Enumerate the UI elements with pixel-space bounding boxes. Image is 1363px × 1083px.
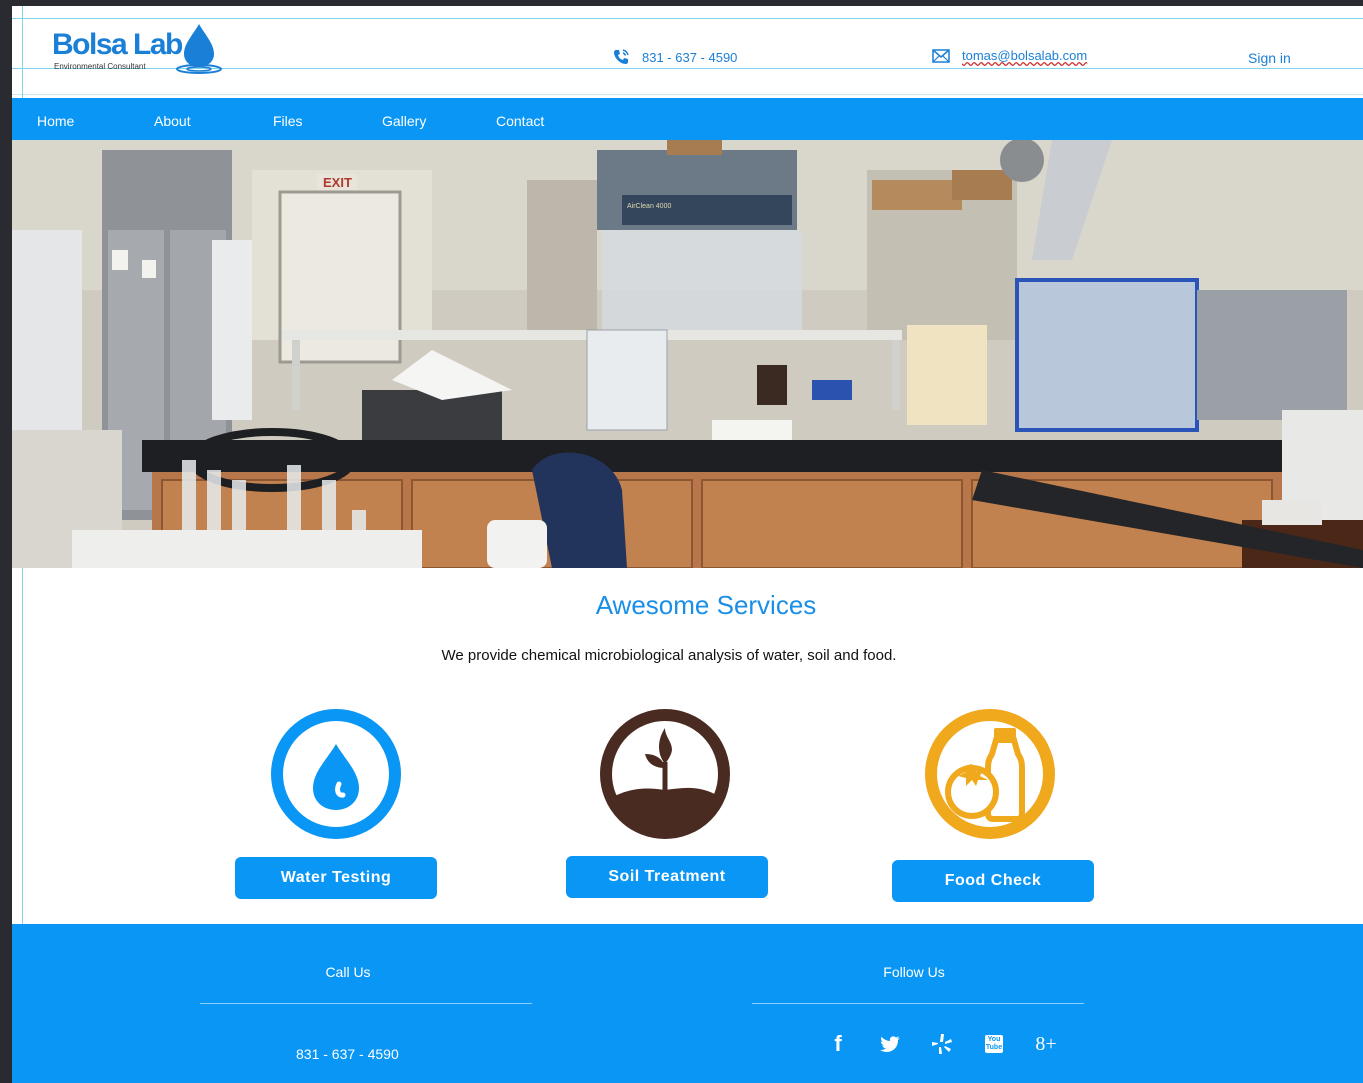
services-title: Awesome Services bbox=[595, 590, 817, 620]
nav-item-home[interactable]: Home bbox=[37, 98, 74, 140]
envelope-icon bbox=[932, 48, 950, 63]
logo-tagline: Environmental Consultant bbox=[54, 62, 146, 71]
header-email-text: tomas@bolsalab.com bbox=[962, 48, 1088, 63]
google-plus-icon[interactable]: 8+ bbox=[1020, 1028, 1072, 1060]
nav-item-contact[interactable]: Contact bbox=[496, 98, 544, 140]
youtube-glyph: You Tube bbox=[985, 1035, 1003, 1053]
footer-divider-follow bbox=[752, 1003, 1084, 1004]
footer-divider-call bbox=[200, 1003, 532, 1004]
yelp-icon[interactable] bbox=[916, 1028, 968, 1060]
header-phone[interactable]: 831 - 637 - 4590 bbox=[612, 48, 737, 66]
twitter-bird-glyph bbox=[880, 1036, 900, 1052]
nav-item-about[interactable]: About bbox=[154, 98, 191, 140]
site-footer: Call Us Follow Us 831 - 637 - 4590 f You… bbox=[12, 924, 1363, 1083]
logo[interactable]: Bolsa Lab Environmental Consultant bbox=[52, 24, 232, 80]
exit-sign: EXIT bbox=[323, 175, 352, 190]
footer-call-heading: Call Us bbox=[325, 964, 371, 980]
facebook-glyph: f bbox=[834, 1031, 842, 1056]
hero-lab-photo: EXIT AirClean 4000 bbox=[12, 140, 1363, 568]
food-icon bbox=[925, 709, 1055, 839]
logo-drop-icon bbox=[176, 24, 222, 74]
water-drop-icon bbox=[271, 709, 401, 839]
social-links: f You Tube 8+ bbox=[812, 1028, 1072, 1060]
main-nav: Home About Files Gallery Contact bbox=[12, 98, 1363, 140]
soil-treatment-button[interactable]: Soil Treatment bbox=[566, 856, 768, 898]
header-email[interactable]: tomas@bolsalab.com bbox=[932, 48, 1087, 63]
google-plus-glyph: 8+ bbox=[1035, 1032, 1057, 1055]
food-check-button[interactable]: Food Check bbox=[892, 860, 1094, 902]
site-header: Bolsa Lab Environmental Consultant 831 -… bbox=[12, 6, 1363, 98]
footer-phone[interactable]: 831 - 637 - 4590 bbox=[296, 1046, 399, 1062]
signin-link[interactable]: Sign in bbox=[1248, 50, 1291, 66]
yelp-burst-glyph bbox=[932, 1034, 952, 1054]
footer-follow-heading: Follow Us bbox=[883, 964, 945, 980]
phone-icon bbox=[614, 49, 629, 64]
page: Bolsa Lab Environmental Consultant 831 -… bbox=[12, 6, 1363, 1083]
youtube-icon[interactable]: You Tube bbox=[968, 1028, 1020, 1060]
twitter-icon[interactable] bbox=[864, 1028, 916, 1060]
logo-name: Bolsa Lab bbox=[52, 28, 183, 61]
lab-illustration: EXIT AirClean 4000 bbox=[12, 140, 1363, 568]
header-phone-text: 831 - 637 - 4590 bbox=[642, 49, 738, 65]
water-testing-button[interactable]: Water Testing bbox=[235, 857, 437, 899]
sprout-icon bbox=[600, 709, 730, 839]
nav-item-files[interactable]: Files bbox=[273, 98, 303, 140]
nav-item-gallery[interactable]: Gallery bbox=[382, 98, 426, 140]
hood-label: AirClean 4000 bbox=[627, 203, 671, 210]
facebook-icon[interactable]: f bbox=[812, 1028, 864, 1060]
services-description: We provide chemical microbiological anal… bbox=[441, 647, 897, 664]
